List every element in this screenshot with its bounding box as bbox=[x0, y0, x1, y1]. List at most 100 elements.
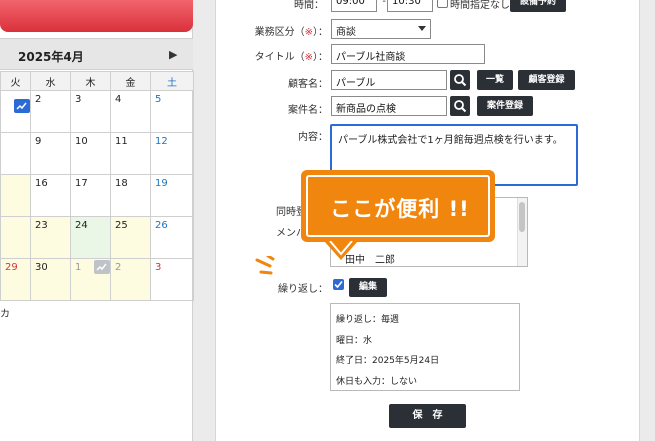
calendar-header-bar bbox=[0, 0, 193, 32]
calendar-panel: 2025年4月 ▶ 火 水 木 金 土 1 2 3 4 5 8 bbox=[0, 0, 194, 441]
calendar-day-number: 2 bbox=[115, 262, 122, 273]
calendar-month-header: 2025年4月 ▶ bbox=[0, 38, 193, 70]
calendar-month-label: 2025年4月 bbox=[18, 50, 84, 64]
calendar-day-number: 5 bbox=[155, 94, 162, 105]
calendar-day[interactable]: 16 bbox=[30, 174, 71, 217]
callout-text: ここが便利 !! bbox=[330, 197, 470, 221]
time-label: 時間： bbox=[294, 0, 324, 11]
calendar-day[interactable]: 1 bbox=[70, 258, 111, 301]
calendar-day-number: 29 bbox=[5, 262, 18, 273]
next-month-icon[interactable]: ▶ bbox=[169, 48, 177, 61]
case-input[interactable]: 新商品の点検 bbox=[331, 96, 447, 116]
repeat-info-line: 終了日：2025年5月24日 bbox=[336, 356, 440, 366]
calendar-day[interactable]: 1 bbox=[0, 90, 31, 133]
calendar-day[interactable]: 26 bbox=[150, 216, 194, 259]
calendar-day-number: 3 bbox=[155, 262, 162, 273]
calendar-day[interactable]: 12 bbox=[150, 132, 194, 175]
chart-icon[interactable] bbox=[94, 260, 110, 274]
weekday-tue: 火 bbox=[0, 71, 31, 91]
repeat-info-line: 休日も入力：しない bbox=[336, 377, 418, 387]
label-suffix: ）： bbox=[313, 27, 328, 38]
time-end-input[interactable]: 10:30 bbox=[387, 0, 433, 12]
category-label-text: 業務区分（ bbox=[254, 27, 305, 38]
calendar-day[interactable]: 25 bbox=[110, 216, 151, 259]
calendar-day[interactable]: 19 bbox=[150, 174, 194, 217]
calendar-day[interactable]: 4 bbox=[110, 90, 151, 133]
calendar-day[interactable]: 15 bbox=[0, 174, 31, 217]
case-label: 案件名： bbox=[288, 105, 328, 116]
calendar-day[interactable]: 23 bbox=[30, 216, 71, 259]
no-time-checkbox[interactable] bbox=[437, 0, 448, 8]
calendar-day[interactable]: 3 bbox=[70, 90, 111, 133]
calendar-day-number: 30 bbox=[35, 262, 48, 273]
label-suffix: ）： bbox=[313, 52, 328, 63]
repeat-info-box: 繰り返し：毎週 曜日：水 終了日：2025年5月24日 休日も入力：しない bbox=[330, 303, 520, 391]
calendar-day-number: 17 bbox=[75, 178, 88, 189]
case-register-button[interactable]: 案件登録 bbox=[477, 96, 533, 116]
customer-label: 顧客名： bbox=[288, 79, 328, 90]
no-time-label: 時間指定なし bbox=[450, 0, 510, 11]
required-mark: ※ bbox=[304, 27, 313, 38]
calendar-day[interactable]: 24 bbox=[70, 216, 111, 259]
time-start-input[interactable]: 09:00 bbox=[331, 0, 377, 12]
weekday-fri: 金 bbox=[110, 71, 151, 91]
repeat-edit-button[interactable]: 編集 bbox=[349, 278, 387, 297]
repeat-label: 繰り返し： bbox=[278, 284, 328, 295]
category-select[interactable]: 商談 bbox=[331, 19, 431, 39]
calendar-day-number: 2 bbox=[35, 94, 42, 105]
calendar-day[interactable]: 9 bbox=[30, 132, 71, 175]
calendar-day[interactable]: 11 bbox=[110, 132, 151, 175]
calendar-grid: 火 水 木 金 土 1 2 3 4 5 8 9 10 11 12 15 bbox=[0, 71, 194, 301]
calendar-day-number: 23 bbox=[35, 220, 48, 231]
title-label: タイトル（※）： bbox=[240, 48, 328, 63]
calendar-day-number: 1 bbox=[75, 262, 82, 273]
search-icon[interactable] bbox=[450, 96, 470, 116]
facility-reserve-button[interactable]: 設備予約 bbox=[510, 0, 566, 12]
calendar-day-number: 11 bbox=[115, 136, 128, 147]
scroll-thumb[interactable] bbox=[519, 202, 525, 232]
calendar-day[interactable]: 3 bbox=[150, 258, 194, 301]
calendar-day-number: 12 bbox=[155, 136, 168, 147]
calendar-day-number: 3 bbox=[75, 94, 82, 105]
search-icon[interactable] bbox=[450, 70, 470, 90]
calendar-day-number: 25 bbox=[115, 220, 128, 231]
calendar-day[interactable]: 22 bbox=[0, 216, 31, 259]
customer-register-button[interactable]: 顧客登録 bbox=[518, 70, 575, 90]
title-input[interactable]: パーブル社商談 bbox=[331, 44, 485, 64]
calendar-day[interactable]: 10 bbox=[70, 132, 111, 175]
category-label: 業務区分（※）： bbox=[240, 23, 328, 38]
calendar-day-number: 18 bbox=[115, 178, 128, 189]
callout-bubble: ここが便利 !! bbox=[301, 170, 495, 242]
repeat-checkbox[interactable] bbox=[333, 279, 344, 290]
callout-tail bbox=[324, 241, 358, 260]
calendar-day-number: 4 bbox=[115, 94, 122, 105]
calendar-day[interactable]: 17 bbox=[70, 174, 111, 217]
calendar-day[interactable]: 2 bbox=[110, 258, 151, 301]
customer-list-button[interactable]: 一覧 bbox=[477, 70, 513, 90]
calendar-day-number: 19 bbox=[155, 178, 168, 189]
calendar-day[interactable]: 5 bbox=[150, 90, 194, 133]
calendar-day-number: 24 bbox=[75, 220, 88, 231]
member-list-scrollbar[interactable] bbox=[517, 198, 527, 266]
content-label: 内容： bbox=[298, 132, 328, 143]
save-button[interactable]: 保 存 bbox=[389, 404, 466, 428]
required-mark: ※ bbox=[304, 52, 313, 63]
chevron-down-icon bbox=[418, 26, 426, 31]
time-separator: - bbox=[382, 0, 386, 7]
calendar-day[interactable]: 18 bbox=[110, 174, 151, 217]
calendar-day[interactable]: 8 bbox=[0, 132, 31, 175]
callout-inner-border: ここが便利 !! bbox=[306, 175, 490, 237]
weekday-sat: 土 bbox=[150, 71, 194, 91]
calendar-day[interactable]: 2 bbox=[30, 90, 71, 133]
calendar-day[interactable]: 29 bbox=[0, 258, 31, 301]
calendar-day-number: 10 bbox=[75, 136, 88, 147]
repeat-info-line: 曜日：水 bbox=[336, 336, 373, 346]
calendar-day-number: 9 bbox=[35, 136, 42, 147]
calendar-day[interactable]: 30 bbox=[30, 258, 71, 301]
customer-input[interactable]: パーブル bbox=[331, 70, 447, 90]
chart-icon[interactable] bbox=[14, 99, 30, 113]
calendar-footer-text: カ bbox=[0, 309, 10, 320]
title-label-text: タイトル（ bbox=[254, 52, 305, 63]
category-select-value: 商談 bbox=[336, 27, 356, 38]
calendar-day-number: 26 bbox=[155, 220, 168, 231]
